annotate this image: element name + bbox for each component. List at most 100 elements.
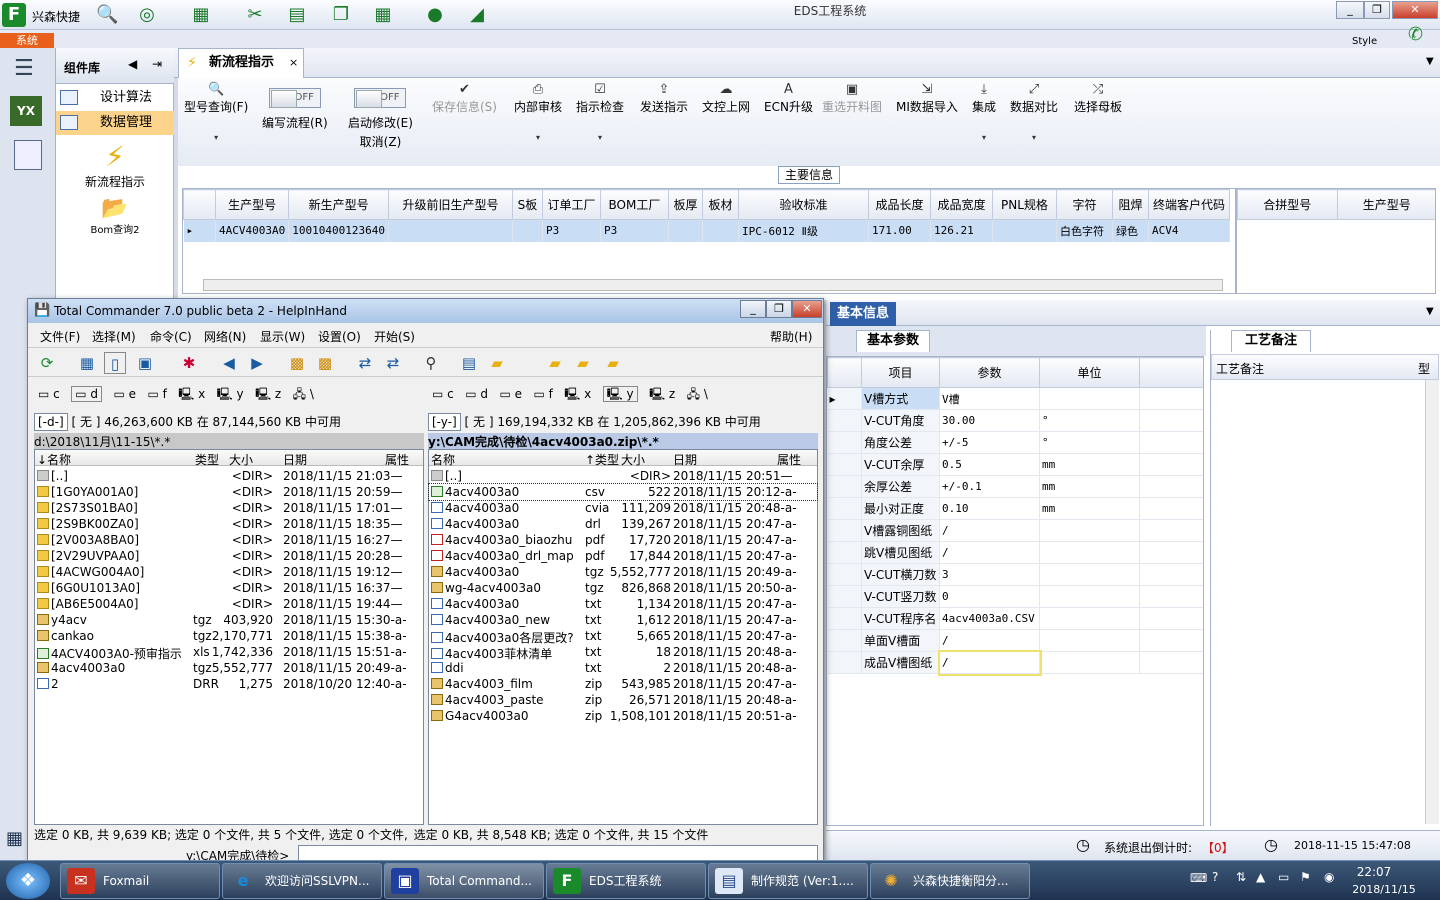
clock-time[interactable]: 22:07 [1344,865,1404,879]
data-compare-button[interactable]: ⤢ 数据对比 ▾ [1010,82,1058,142]
main-info-cell[interactable]: 白色字符 [1056,219,1113,242]
drive-y-button[interactable]: 🖳 y [217,387,244,401]
mi-import-button[interactable]: ⇲ MI数据导入 [896,82,958,115]
main-info-cell[interactable] [512,219,543,242]
windows-grid-icon[interactable]: ▦ [6,828,23,849]
internal-review-button[interactable]: ⎙ 内部审核 ▾ [514,82,562,142]
vertical-scrollbar[interactable] [1425,380,1439,824]
keyboard-icon[interactable]: ⌨ [1190,871,1207,885]
param-item[interactable]: V-CUT竖刀数 [861,585,940,608]
main-info-cell[interactable] [992,219,1057,242]
task-total-commander[interactable]: ▣ Total Command... [384,863,544,899]
pack-icon[interactable]: ▩ [286,352,308,374]
style-menu[interactable]: Style [1352,36,1377,47]
param-item[interactable]: V-CUT横刀数 [861,563,940,586]
main-info-col[interactable]: 成品长度 [867,189,931,220]
left-path-bar[interactable]: d:\2018\11月\11-15\*.* [34,433,424,449]
drive-x-button[interactable]: 🖳 x [564,387,591,401]
param-row[interactable]: V-CUT竖刀数 0 [827,585,1203,608]
windows-start-icon[interactable]: ❖ [6,863,50,899]
start-modify-label[interactable]: 启动修改(E) [348,114,413,131]
task-foxmail[interactable]: ✉ Foxmail [60,863,220,899]
col-size[interactable]: 大小 [229,451,253,468]
yx-module-icon[interactable]: YX [10,96,42,126]
menu-help[interactable]: 帮助(H) [770,328,812,345]
unpack-icon[interactable]: ▩ [314,352,336,374]
main-info-cell[interactable]: ACV4 [1148,219,1230,242]
main-info-col[interactable]: 字符 [1055,189,1113,220]
param-unit[interactable] [1039,519,1140,542]
drive-f-button[interactable]: ▭ f [147,387,166,401]
main-info-cell[interactable]: 4ACV4003A0 [215,219,290,242]
main-info-col[interactable]: 生产型号 [214,189,290,220]
integrate-button[interactable]: ⤓ 集成 ▾ [972,82,996,142]
param-row[interactable]: 角度公差 +/-5 ° [827,431,1203,454]
file-row[interactable]: wg-4acv4003a0 tgz 826,868 2018/11/15 20:50-… [429,580,817,596]
task-sslvpn[interactable]: e 欢迎访问SSLVPN... [222,863,382,899]
param-row[interactable]: ▸ V槽方式 V槽 [827,387,1203,410]
param-row[interactable]: 单面V槽面 / [827,629,1203,652]
tab-basic-params[interactable]: 基本参数 [856,330,930,352]
col-name[interactable]: 名称 [431,451,455,468]
param-unit[interactable]: mm [1039,475,1140,498]
task-eds[interactable]: F EDS工程系统 [546,863,706,899]
drive-c-button[interactable]: ▭ c [38,387,60,401]
file-row[interactable]: ddi txt 2 2018/11/15 20:48-a- [429,660,817,676]
main-info-cell[interactable]: 10010400123640 [288,219,389,242]
menu-select[interactable]: 选择(M) [92,328,136,345]
file-row[interactable]: [2V003A8BA0] <DIR> 2018/11/15 16:27— [35,532,423,548]
param-value[interactable]: V槽 [939,387,1040,410]
param-item[interactable]: V-CUT角度 [861,409,940,432]
col-date[interactable]: 日期 [673,451,697,468]
drive-e-button[interactable]: ▭ e [113,387,136,401]
show-hidden-icon[interactable]: ▲ [1256,870,1265,884]
param-row[interactable]: 最小对正度 0.10 mm [827,497,1203,520]
grid-icon[interactable]: ▦ [190,4,212,26]
file-row[interactable]: [6G0U1013A0] <DIR> 2018/11/15 16:37— [35,580,423,596]
param-row[interactable]: V-CUT余厚 0.5 mm [827,453,1203,476]
close-icon[interactable]: ✕ [1392,1,1438,19]
menu-network[interactable]: 网络(N) [204,328,246,345]
file-row[interactable]: 4acv4003a0_biaozhu pdf 17,720 2018/11/15 20… [429,532,817,548]
col-value[interactable]: 参数 [939,357,1040,388]
minimize-icon[interactable]: _ [1336,1,1364,19]
col-production-model[interactable]: 生产型号 [1336,189,1435,220]
col-process-notes[interactable]: 工艺备注 [1216,360,1264,377]
main-info-col[interactable]: 新生产型号 [288,189,389,220]
close-icon[interactable]: ✕ [792,300,822,318]
param-item[interactable]: V-CUT余厚 [861,453,940,476]
main-info-col[interactable]: 终端客户代码 [1147,189,1230,220]
maximize-icon[interactable]: ❐ [1364,1,1390,19]
scissors-icon[interactable]: ✂ [244,4,266,26]
phone-icon[interactable]: ✆ [1408,24,1423,45]
drive-d-button[interactable]: ▭ d [465,387,488,401]
copy-icon[interactable]: ❐ [330,4,352,26]
url-icon[interactable]: ⇄ [382,352,404,374]
param-row[interactable]: 余厚公差 +/-0.1 mm [827,475,1203,498]
col-name[interactable]: ↓名称 [37,451,71,468]
param-value[interactable]: / [939,541,1040,564]
main-info-cell[interactable]: IPC-6012 Ⅱ级 [738,219,869,242]
file-row[interactable]: [..] <DIR> 2018/11/15 20:51— [429,468,817,484]
search-icon[interactable]: 🔍 [96,4,118,26]
save-info-button[interactable]: ✔ 保存信息(S) [432,82,497,115]
file-row[interactable]: 4acv4003a0 cvia 111,209 2018/11/15 20:48-a- [429,500,817,516]
param-item[interactable]: 单面V槽面 [861,629,940,652]
calculator-icon[interactable] [14,140,42,170]
menu-settings[interactable]: 设置(O) [318,328,361,345]
file-row[interactable]: 4acv4003_film zip 543,985 2018/11/15 20:47-… [429,676,817,692]
col-type[interactable]: 类型 [195,451,219,468]
main-info-col[interactable]: 板厚 [667,189,703,220]
file-row[interactable]: 4acv4003a0_new txt 1,612 2018/11/15 20:47-a… [429,612,817,628]
file-row[interactable]: 4acv4003a0_drl_map pdf 17,844 2018/11/15 20… [429,548,817,564]
param-unit[interactable] [1039,607,1140,630]
close-tab-icon[interactable]: × [289,49,298,77]
main-info-col[interactable]: 阻焊 [1111,189,1149,220]
network-icon[interactable]: ◉ [1324,870,1334,884]
comp-item-design-algorithm[interactable]: 设计算法 [56,86,174,110]
main-info-col[interactable]: 升级前旧生产型号 [387,189,513,220]
param-item[interactable]: 角度公差 [861,431,940,454]
comp-item-data-management[interactable]: 数据管理 [56,111,174,135]
file-row[interactable]: 4acv4003a0 drl 139,267 2018/11/15 20:47-a- [429,516,817,532]
drive-d-button[interactable]: ▭ d [71,386,102,402]
